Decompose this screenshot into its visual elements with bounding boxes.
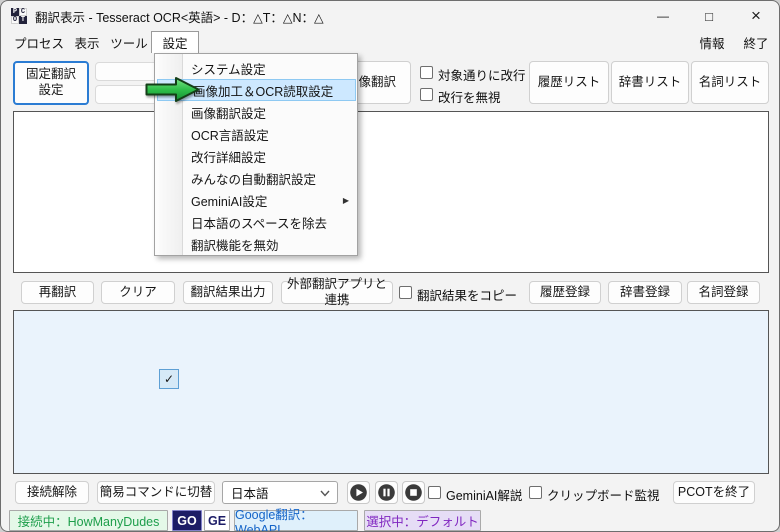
chevron-down-icon [320, 490, 330, 497]
icon-letter-c: C [19, 8, 27, 16]
icon-letter-o: O [11, 16, 19, 24]
menu-item-label: 改行詳細設定 [191, 147, 266, 166]
play-button[interactable] [347, 481, 370, 504]
menu-item-label: 翻訳機能を無効 [191, 235, 279, 254]
external-app-label: 外部翻訳アプリと連携 [282, 277, 392, 308]
menu-item-label: システム設定 [191, 59, 266, 78]
copy-result-label[interactable]: 翻訳結果をコピー [417, 285, 517, 304]
ge-toggle-badge[interactable]: GE [204, 510, 230, 531]
history-register-label: 履歴登録 [540, 285, 590, 301]
menu-tool[interactable]: ツール [107, 31, 151, 53]
pause-button[interactable] [375, 481, 398, 504]
maximize-button[interactable]: □ [686, 1, 732, 31]
menu-bar: プロセス 表示 ツール 設定 情報 終了 [1, 31, 779, 53]
menu-process[interactable]: プロセス [13, 31, 65, 53]
gemini-commentary-label[interactable]: GeminiAI解説 [446, 485, 522, 504]
source-text-area[interactable] [13, 111, 769, 273]
menu-view[interactable]: 表示 [67, 31, 107, 53]
output-result-button[interactable]: 翻訳結果出力 [183, 281, 273, 304]
minimize-button[interactable]: — [640, 1, 686, 31]
dictionary-register-button[interactable]: 辞書登録 [608, 281, 682, 304]
selection-status-badge: 選択中：デフォルト [364, 510, 481, 531]
maximize-icon: □ [705, 9, 713, 24]
noun-register-button[interactable]: 名詞登録 [687, 281, 760, 304]
wrap-as-target-label[interactable]: 対象通りに改行 [438, 65, 526, 84]
ignore-newline-checkbox[interactable] [420, 88, 433, 101]
green-pointer-arrow-icon [145, 76, 201, 103]
menu-item-label: 画像加工＆OCR読取設定 [193, 81, 333, 100]
clear-label: クリア [119, 285, 157, 301]
language-select[interactable]: 日本語 [222, 481, 338, 504]
fixed-translation-label-line2: 設定 [38, 83, 63, 99]
menu-item-label: 画像翻訳設定 [191, 103, 266, 122]
close-button[interactable]: × [732, 1, 780, 31]
dictionary-register-label: 辞書登録 [620, 285, 670, 301]
fixed-translation-label-line1: 固定翻訳 [26, 67, 76, 83]
dictionary-list-button[interactable]: 辞書リスト [611, 61, 689, 104]
pause-icon [378, 484, 395, 501]
menu-item-remove-japanese-spaces[interactable]: ✓ 日本語のスペースを除去 [156, 211, 356, 233]
output-result-label: 翻訳結果出力 [190, 285, 265, 301]
menu-info[interactable]: 情報 [693, 31, 731, 53]
menu-item-label: OCR言語設定 [191, 125, 269, 144]
pcot-app-icon: P C O T [11, 8, 27, 24]
menu-settings[interactable]: 設定 [151, 31, 199, 53]
submenu-arrow-icon: ▶ [343, 196, 349, 205]
copy-result-checkbox[interactable] [399, 286, 412, 299]
clipboard-watch-checkbox[interactable] [529, 486, 542, 499]
external-app-button[interactable]: 外部翻訳アプリと連携 [281, 281, 393, 304]
menu-item-image-translation-settings[interactable]: 画像翻訳設定 [156, 101, 356, 123]
disconnect-label: 接続解除 [27, 485, 77, 501]
language-select-value: 日本語 [231, 483, 269, 502]
history-list-label: 履歴リスト [538, 75, 601, 91]
noun-list-button[interactable]: 名詞リスト [691, 61, 769, 104]
menu-item-ocr-language-settings[interactable]: OCR言語設定 [156, 123, 356, 145]
dictionary-list-label: 辞書リスト [619, 75, 682, 91]
simple-command-button[interactable]: 簡易コマンドに切替 [97, 481, 215, 504]
quit-pcot-label: PCOTを終了 [678, 485, 750, 501]
menu-item-label: みんなの自動翻訳設定 [191, 169, 316, 188]
menu-item-minna-auto-translation-settings[interactable]: みんなの自動翻訳設定 [156, 167, 356, 189]
icon-letter-p: P [11, 8, 19, 16]
window-title: 翻訳表示 - Tesseract OCR<英語> - D：△T：△N：△ [35, 1, 324, 31]
menu-exit[interactable]: 終了 [737, 31, 775, 53]
close-icon: × [751, 6, 761, 26]
play-icon [350, 484, 367, 501]
translation-result-area[interactable] [13, 310, 769, 474]
ignore-newline-label[interactable]: 改行を無視 [438, 87, 501, 106]
menu-item-gemini-ai-settings[interactable]: GeminiAI設定 ▶ [156, 189, 356, 211]
clipboard-watch-label[interactable]: クリップボード監視 [547, 485, 660, 504]
retranslate-button[interactable]: 再翻訳 [21, 281, 94, 304]
stop-icon [405, 484, 422, 501]
menu-item-label: GeminiAI設定 [191, 191, 267, 210]
noun-register-label: 名詞登録 [698, 285, 748, 301]
check-icon: ✓ [159, 369, 179, 389]
menu-item-linebreak-settings[interactable]: 改行詳細設定 [156, 145, 356, 167]
fixed-translation-settings-button[interactable]: 固定翻訳 設定 [13, 61, 89, 105]
noun-list-label: 名詞リスト [699, 75, 762, 91]
wrap-as-target-checkbox[interactable] [420, 66, 433, 79]
minimize-icon: — [657, 9, 669, 23]
history-list-button[interactable]: 履歴リスト [529, 61, 609, 104]
icon-letter-t: T [19, 16, 27, 24]
clear-button[interactable]: クリア [101, 281, 175, 304]
app-window: P C O T 翻訳表示 - Tesseract OCR<英語> - D：△T：… [0, 0, 780, 532]
history-register-button[interactable]: 履歴登録 [529, 281, 601, 304]
connection-status-badge: 接続中：HowManyDudes [9, 510, 168, 531]
simple-command-label: 簡易コマンドに切替 [100, 485, 213, 501]
stop-button[interactable] [402, 481, 425, 504]
translator-status-badge: Google翻訳：WebAPI [234, 510, 358, 531]
menu-item-label: 日本語のスペースを除去 [191, 213, 327, 232]
gemini-commentary-checkbox[interactable] [428, 486, 441, 499]
go-toggle-badge[interactable]: GO [172, 510, 202, 531]
disconnect-button[interactable]: 接続解除 [15, 481, 89, 504]
retranslate-label: 再翻訳 [39, 285, 77, 301]
title-bar: P C O T 翻訳表示 - Tesseract OCR<英語> - D：△T：… [1, 1, 779, 31]
menu-item-disable-translation[interactable]: 翻訳機能を無効 [156, 233, 356, 255]
quit-pcot-button[interactable]: PCOTを終了 [673, 481, 755, 504]
